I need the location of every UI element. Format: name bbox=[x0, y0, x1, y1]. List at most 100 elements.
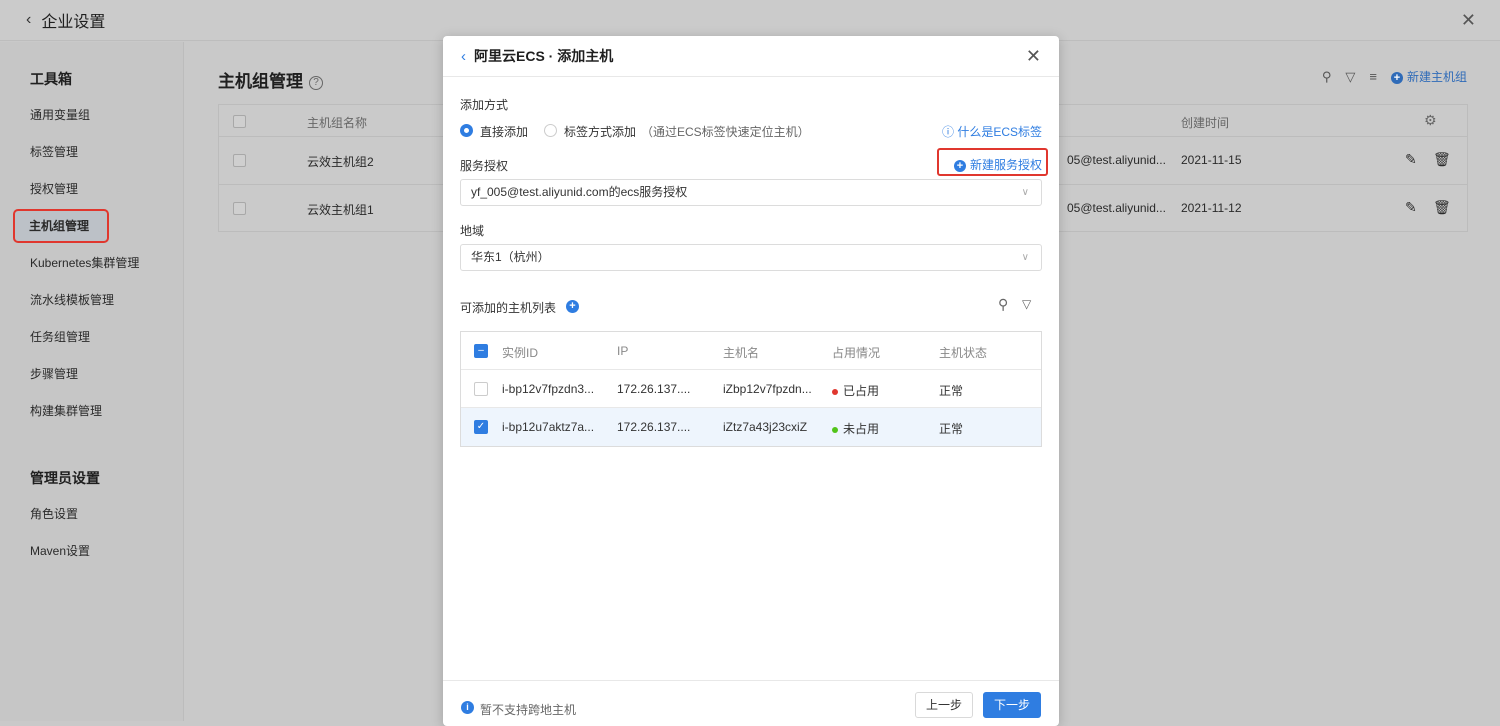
row-date: 2021-11-15 bbox=[1181, 153, 1242, 167]
col-name: 主机组名称 bbox=[307, 116, 368, 130]
info-icon: i bbox=[461, 701, 474, 714]
sidebar: 工具箱 通用变量组 标签管理 授权管理 主机组管理 Kubernetes集群管理… bbox=[0, 42, 184, 721]
status-dot bbox=[832, 388, 838, 395]
dialog-title: 阿里云ECS · 添加主机 bbox=[474, 48, 614, 64]
usage: 未占用 bbox=[832, 420, 879, 437]
sidebar-item-hostgroups[interactable]: 主机组管理 bbox=[13, 209, 109, 243]
select-all-checkbox[interactable] bbox=[233, 115, 246, 128]
close-icon[interactable]: ✕ bbox=[1026, 46, 1041, 67]
status: 正常 bbox=[939, 422, 964, 436]
back-icon[interactable]: ‹ bbox=[26, 11, 31, 29]
page-title: 企业设置 bbox=[41, 14, 106, 31]
select-all-checkbox[interactable]: ‒ bbox=[474, 344, 488, 358]
new-auth-button[interactable]: + 新建服务授权 bbox=[953, 156, 1042, 173]
add-host-dialog: ‹ 阿里云ECS · 添加主机 ✕ 添加方式 直接添加 标签方式添加 （通过EC… bbox=[443, 36, 1059, 726]
radio-direct[interactable] bbox=[460, 124, 473, 137]
radio-direct-label[interactable]: 直接添加 bbox=[480, 123, 528, 140]
sidebar-item-variables[interactable]: 通用变量组 bbox=[16, 100, 163, 130]
usage: 已占用 bbox=[832, 382, 879, 399]
sidebar-item-task-groups[interactable]: 任务组管理 bbox=[16, 322, 163, 352]
radio-tag-hint: （通过ECS标签快速定位主机） bbox=[641, 125, 810, 139]
table-row[interactable]: ✓ i-bp12u7aktz7a... 172.26.137.... iZtz7… bbox=[461, 408, 1041, 446]
sidebar-item-roles[interactable]: 角色设置 bbox=[16, 499, 163, 529]
usage-text: 已占用 bbox=[843, 384, 880, 398]
what-is-ecs-tag-text: 什么是ECS标签 bbox=[957, 125, 1042, 139]
host-list-label: 可添加的主机列表 bbox=[460, 301, 557, 315]
row-name[interactable]: 云效主机组1 bbox=[307, 201, 374, 218]
plus-icon: + bbox=[953, 160, 966, 172]
sidebar-section-toolbox: 工具箱 bbox=[30, 71, 72, 87]
search-icon[interactable]: ⚲ bbox=[998, 296, 1008, 313]
auth-value: yf_005@test.aliyunid.com的ecs服务授权 bbox=[471, 185, 688, 199]
ip: 172.26.137.... bbox=[617, 420, 691, 434]
sidebar-item-kubernetes[interactable]: Kubernetes集群管理 bbox=[16, 248, 163, 278]
row-checkbox[interactable] bbox=[233, 154, 246, 167]
col-hostname: 主机名 bbox=[723, 346, 760, 360]
auth-label: 服务授权 bbox=[460, 159, 509, 173]
help-icon[interactable]: ? bbox=[309, 75, 323, 90]
sidebar-item-build-clusters[interactable]: 构建集群管理 bbox=[16, 396, 163, 426]
col-usage: 占用情况 bbox=[832, 346, 881, 360]
new-auth-label: 新建服务授权 bbox=[969, 158, 1042, 172]
row-creator: 05@test.aliyunid... bbox=[1067, 153, 1166, 167]
search-icon[interactable]: ⚲ bbox=[1322, 69, 1332, 85]
usage-text: 未占用 bbox=[843, 422, 880, 436]
sidebar-section-admin: 管理员设置 bbox=[30, 470, 100, 486]
sidebar-item-auth[interactable]: 授权管理 bbox=[16, 174, 163, 204]
region-value: 华东1（杭州） bbox=[471, 250, 550, 264]
row-creator: 05@test.aliyunid... bbox=[1067, 201, 1166, 215]
trash-icon[interactable]: 🗑 bbox=[1433, 151, 1451, 168]
add-host-icon[interactable]: + bbox=[566, 300, 579, 313]
chevron-down-icon: ∨ bbox=[1021, 187, 1029, 198]
table-row[interactable]: i-bp12v7fpzdn3... 172.26.137.... iZbp12v… bbox=[461, 370, 1041, 408]
edit-icon[interactable]: ✎ bbox=[1405, 199, 1417, 216]
radio-tag[interactable] bbox=[544, 124, 557, 137]
host-table-header: ‒ 实例ID IP 主机名 占用情况 主机状态 bbox=[461, 332, 1041, 370]
top-bar: ‹ 企业设置 ✕ bbox=[0, 0, 1500, 41]
settings-icon[interactable]: ⚙ bbox=[1424, 112, 1437, 129]
sidebar-item-maven[interactable]: Maven设置 bbox=[16, 536, 163, 566]
sidebar-item-tags[interactable]: 标签管理 bbox=[16, 137, 163, 167]
main-toolbar: ⚲ ▽ ≡ + 新建主机组 bbox=[1322, 68, 1467, 85]
col-status: 主机状态 bbox=[939, 346, 988, 360]
trash-icon[interactable]: 🗑 bbox=[1433, 199, 1451, 216]
close-icon[interactable]: ✕ bbox=[1461, 10, 1476, 31]
back-icon[interactable]: ‹ bbox=[461, 48, 466, 65]
status: 正常 bbox=[939, 384, 964, 398]
sidebar-item-steps[interactable]: 步骤管理 bbox=[16, 359, 163, 389]
edit-icon[interactable]: ✎ bbox=[1405, 151, 1417, 168]
main-title: 主机组管理? bbox=[218, 67, 323, 92]
what-is-ecs-tag-link[interactable]: ⓘ 什么是ECS标签 bbox=[942, 123, 1042, 140]
filter-icon[interactable]: ▽ bbox=[1345, 69, 1355, 85]
chevron-down-icon: ∨ bbox=[1021, 252, 1029, 263]
plus-icon: + bbox=[1390, 72, 1403, 84]
instance-id: i-bp12u7aktz7a... bbox=[502, 420, 595, 434]
ip: 172.26.137.... bbox=[617, 382, 691, 396]
main-title-text: 主机组管理 bbox=[218, 72, 303, 91]
help-icon: ⓘ bbox=[941, 125, 958, 139]
dialog-header: ‹ 阿里云ECS · 添加主机 ✕ bbox=[443, 36, 1059, 77]
dialog-footer: i 暂不支持跨地主机 上一步 下一步 bbox=[443, 680, 1059, 726]
col-created: 创建时间 bbox=[1181, 116, 1230, 130]
row-name[interactable]: 云效主机组2 bbox=[307, 153, 374, 170]
sidebar-item-pipeline-templates[interactable]: 流水线模板管理 bbox=[16, 285, 163, 315]
row-checkbox[interactable] bbox=[474, 382, 488, 396]
instance-id: i-bp12v7fpzdn3... bbox=[502, 382, 595, 396]
new-hostgroup-label: 新建主机组 bbox=[1406, 70, 1467, 84]
row-checkbox[interactable] bbox=[233, 202, 246, 215]
next-button[interactable]: 下一步 bbox=[983, 692, 1041, 718]
status-dot bbox=[832, 426, 838, 433]
region-select[interactable]: 华东1（杭州） ∨ bbox=[460, 244, 1042, 271]
sort-icon[interactable]: ≡ bbox=[1369, 69, 1377, 84]
new-hostgroup-button[interactable]: + 新建主机组 bbox=[1390, 68, 1467, 85]
radio-tag-label[interactable]: 标签方式添加 bbox=[564, 123, 636, 140]
auth-select[interactable]: yf_005@test.aliyunid.com的ecs服务授权 ∨ bbox=[460, 179, 1042, 206]
filter-icon[interactable]: ▽ bbox=[1022, 297, 1031, 311]
footer-note: 暂不支持跨地主机 bbox=[480, 703, 577, 717]
host-table: ‒ 实例ID IP 主机名 占用情况 主机状态 i-bp12v7fpzdn3..… bbox=[460, 331, 1042, 447]
prev-button[interactable]: 上一步 bbox=[915, 692, 973, 718]
region-label: 地域 bbox=[460, 224, 485, 238]
add-method-label: 添加方式 bbox=[460, 98, 509, 112]
row-checkbox[interactable]: ✓ bbox=[474, 420, 488, 434]
col-ip: IP bbox=[617, 344, 629, 358]
